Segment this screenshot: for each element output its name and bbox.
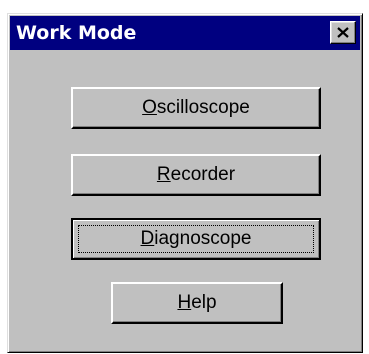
- help-button-label: Help: [177, 292, 217, 313]
- recorder-button-label: Recorder: [156, 164, 236, 185]
- help-button[interactable]: Help: [111, 282, 283, 324]
- focus-rectangle: [78, 225, 314, 253]
- diagnoscope-button[interactable]: Diagnoscope: [71, 218, 321, 260]
- close-icon: [337, 27, 349, 38]
- dialog-title: Work Mode: [16, 22, 137, 44]
- title-bar[interactable]: Work Mode: [10, 16, 360, 50]
- oscilloscope-button-label: Oscilloscope: [142, 97, 250, 118]
- close-button[interactable]: [330, 21, 356, 44]
- recorder-button[interactable]: Recorder: [71, 154, 321, 196]
- oscilloscope-button[interactable]: Oscilloscope: [71, 87, 321, 129]
- work-mode-dialog: Work Mode Oscilloscope Recorder Diagnosc…: [7, 13, 363, 353]
